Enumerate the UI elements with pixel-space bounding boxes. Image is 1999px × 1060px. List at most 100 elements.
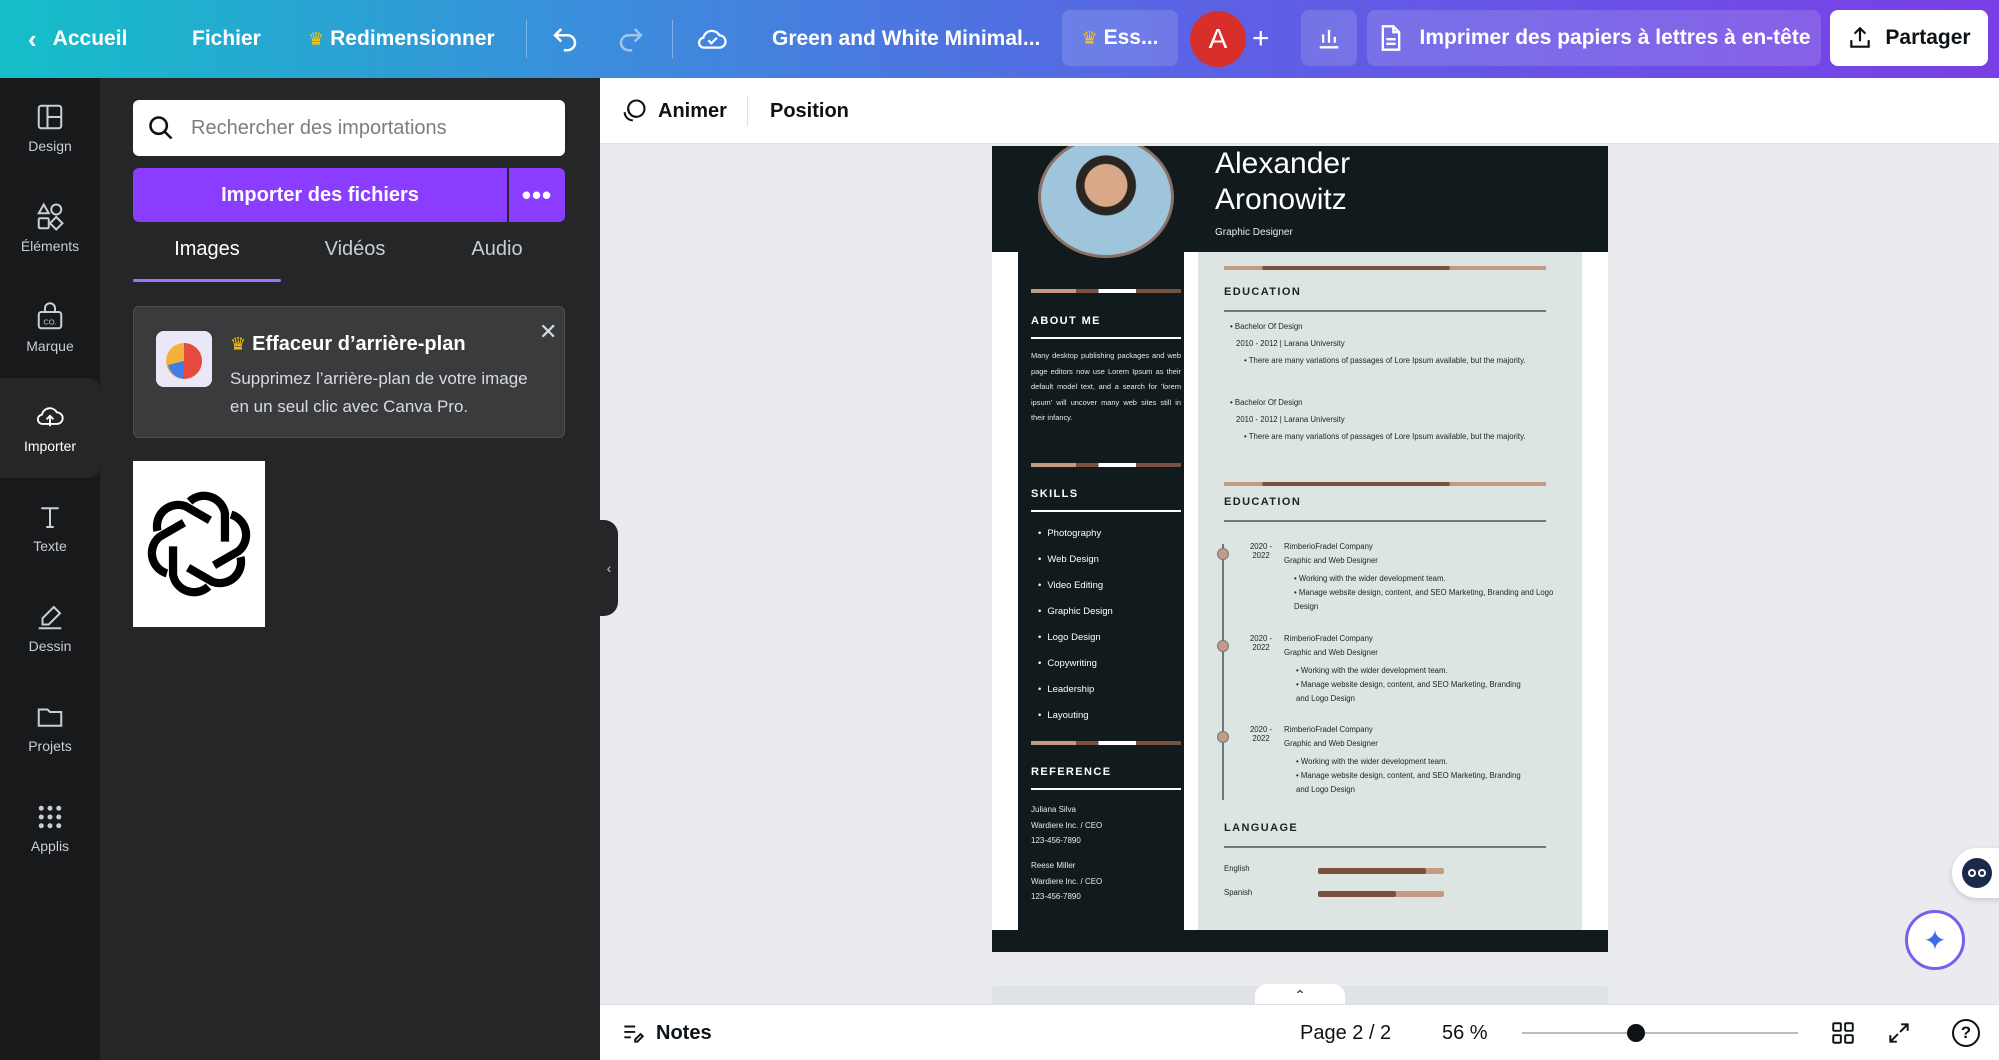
avatar[interactable]: A	[1190, 11, 1246, 67]
rail-item-design[interactable]: Design	[0, 78, 100, 178]
help-button[interactable]: ?	[1952, 1005, 1980, 1060]
search-input[interactable]	[191, 116, 551, 140]
reference-2[interactable]: Reese Miller Wardiere Inc. / CEO 123-456…	[1031, 858, 1102, 905]
knot-logo-icon	[147, 491, 251, 597]
tab-videos[interactable]: Vidéos	[281, 238, 429, 282]
education-heading[interactable]: EDUCATION	[1224, 286, 1301, 298]
promo-card[interactable]: ♛ Effaceur d’arrière-plan Supprimez l’arr…	[133, 306, 565, 438]
rail-item-elements[interactable]: Éléments	[0, 178, 100, 278]
zoom-slider-handle[interactable]	[1627, 1024, 1646, 1042]
about-text[interactable]: Many desktop publishing packages and web…	[1031, 348, 1181, 426]
language-heading[interactable]: LANGUAGE	[1224, 822, 1298, 834]
list-item[interactable]: Logo Design	[1038, 624, 1113, 650]
folder-icon	[37, 708, 63, 727]
chevron-left-icon: ‹	[606, 560, 612, 576]
education-entry-1[interactable]: • Bachelor Of Design 2010 - 2012 | Laran…	[1230, 320, 1540, 368]
page-nav-handle[interactable]: ⌃	[1255, 984, 1345, 1006]
collapse-panel-handle[interactable]: ‹	[600, 520, 618, 616]
list-item[interactable]: Video Editing	[1038, 572, 1113, 598]
rail-item-draw[interactable]: Dessin	[0, 578, 100, 678]
upload-files-button[interactable]: Importer des fichiers	[133, 168, 507, 222]
tab-audio[interactable]: Audio	[423, 238, 571, 282]
redo-button[interactable]	[616, 0, 646, 78]
share-icon	[1850, 26, 1871, 48]
list-item[interactable]: Layouting	[1038, 702, 1113, 728]
page-indicator[interactable]: Page 2 / 2	[1300, 1005, 1391, 1060]
resize-button[interactable]: ♛ Redimensionner	[308, 0, 495, 78]
skills-heading[interactable]: SKILLS	[1031, 488, 1079, 500]
notes-button[interactable]: Notes	[620, 1005, 712, 1060]
zoom-value[interactable]: 56 %	[1442, 1005, 1488, 1060]
education-entry-2[interactable]: • Bachelor Of Design 2010 - 2012 | Laran…	[1230, 396, 1540, 444]
position-button[interactable]: Position	[770, 78, 849, 144]
tab-images[interactable]: Images	[133, 238, 281, 282]
cloud-upload-icon	[36, 407, 64, 427]
language-spanish[interactable]: Spanish	[1224, 886, 1252, 900]
redo-icon	[619, 28, 643, 52]
file-menu[interactable]: Fichier	[192, 0, 261, 78]
rail-item-apps[interactable]: Applis	[0, 778, 100, 878]
fullscreen-button[interactable]	[1886, 1005, 1912, 1060]
search-box[interactable]	[133, 100, 565, 156]
apps-icon	[38, 805, 62, 829]
timeline-dot	[1217, 731, 1229, 743]
list-item[interactable]: Graphic Design	[1038, 598, 1112, 624]
list-item[interactable]: Photography	[1038, 520, 1113, 546]
undo-button[interactable]	[550, 0, 580, 78]
list-item[interactable]: Leadership	[1038, 676, 1113, 702]
share-button[interactable]: Partager	[1830, 10, 1988, 66]
media-tabs: Images Vidéos Audio	[133, 238, 565, 282]
divider	[1224, 846, 1546, 848]
active-tab-indicator	[133, 279, 281, 282]
print-button[interactable]: Imprimer des papiers à lettres à en-tête	[1367, 10, 1821, 66]
decor-bar	[1031, 463, 1181, 467]
resume-role[interactable]: Graphic Designer	[1215, 227, 1293, 238]
chevron-left-icon: ‹	[28, 23, 37, 54]
list-item[interactable]: Web Design	[1038, 546, 1113, 572]
experience-years-3: 2020 -2022	[1249, 725, 1273, 743]
divider	[672, 20, 673, 58]
home-button[interactable]: ‹ Accueil	[28, 0, 127, 78]
promo-title: ♛ Effaceur d’arrière-plan	[230, 333, 466, 355]
animate-button[interactable]: Animer	[620, 78, 727, 144]
add-collaborator-button[interactable]: +	[1252, 0, 1270, 78]
document-title[interactable]: Green and White Minimal...	[772, 0, 1040, 78]
list-item[interactable]: Copywriting	[1038, 650, 1113, 676]
pen-icon	[38, 605, 62, 630]
about-heading[interactable]: ABOUT ME	[1031, 315, 1101, 327]
more-options-button[interactable]: •••	[509, 168, 565, 222]
uploaded-image-thumbnail[interactable]	[133, 461, 265, 627]
language-bar-spanish	[1318, 891, 1444, 897]
language-bar-english	[1318, 868, 1444, 874]
insights-button[interactable]	[1301, 10, 1357, 66]
magic-button[interactable]: ✦	[1905, 910, 1965, 970]
grid-icon	[1832, 1022, 1854, 1044]
grid-view-button[interactable]	[1830, 1005, 1856, 1060]
experience-entry-1[interactable]: RimberioFradel Company Graphic and Web D…	[1284, 540, 1554, 614]
language-level	[1318, 891, 1397, 897]
cloud-save-button[interactable]	[696, 0, 728, 78]
reference-heading[interactable]: REFERENCE	[1031, 766, 1111, 778]
experience-heading[interactable]: EDUCATION	[1224, 496, 1301, 508]
rail-item-projects[interactable]: Projets	[0, 678, 100, 778]
help-icon: ?	[1952, 1019, 1980, 1047]
design-page[interactable]: Alexander Aronowitz Graphic Designer ABO…	[992, 146, 1608, 952]
expand-icon	[1889, 1023, 1909, 1043]
rail-item-text[interactable]: Texte	[0, 478, 100, 578]
experience-entry-3[interactable]: RimberioFradel Company Graphic and Web D…	[1284, 723, 1524, 797]
top-bar: ‹ Accueil Fichier ♛ Redimensionner Green…	[0, 0, 1999, 78]
zoom-slider-track[interactable]	[1522, 1032, 1798, 1034]
reference-1[interactable]: Juliana Silva Wardiere Inc. / CEO 123-45…	[1031, 802, 1102, 849]
trial-button[interactable]: ♛ Ess...	[1062, 10, 1178, 66]
robot-icon	[1962, 858, 1992, 888]
rail-item-brand[interactable]: CO. Marque	[0, 278, 100, 378]
resume-name[interactable]: Alexander Aronowitz	[1215, 146, 1350, 218]
assistant-button[interactable]	[1952, 848, 1999, 898]
language-english[interactable]: English	[1224, 862, 1250, 876]
divider	[526, 20, 527, 58]
bottom-bar: Notes Page 2 / 2 56 % ?	[600, 1004, 1999, 1060]
close-icon[interactable]: ✕	[539, 319, 557, 345]
rail-item-uploads[interactable]: Importer	[0, 378, 100, 478]
experience-entry-2[interactable]: RimberioFradel Company Graphic and Web D…	[1284, 632, 1524, 706]
sparkle-icon: ✦	[1923, 924, 1947, 956]
